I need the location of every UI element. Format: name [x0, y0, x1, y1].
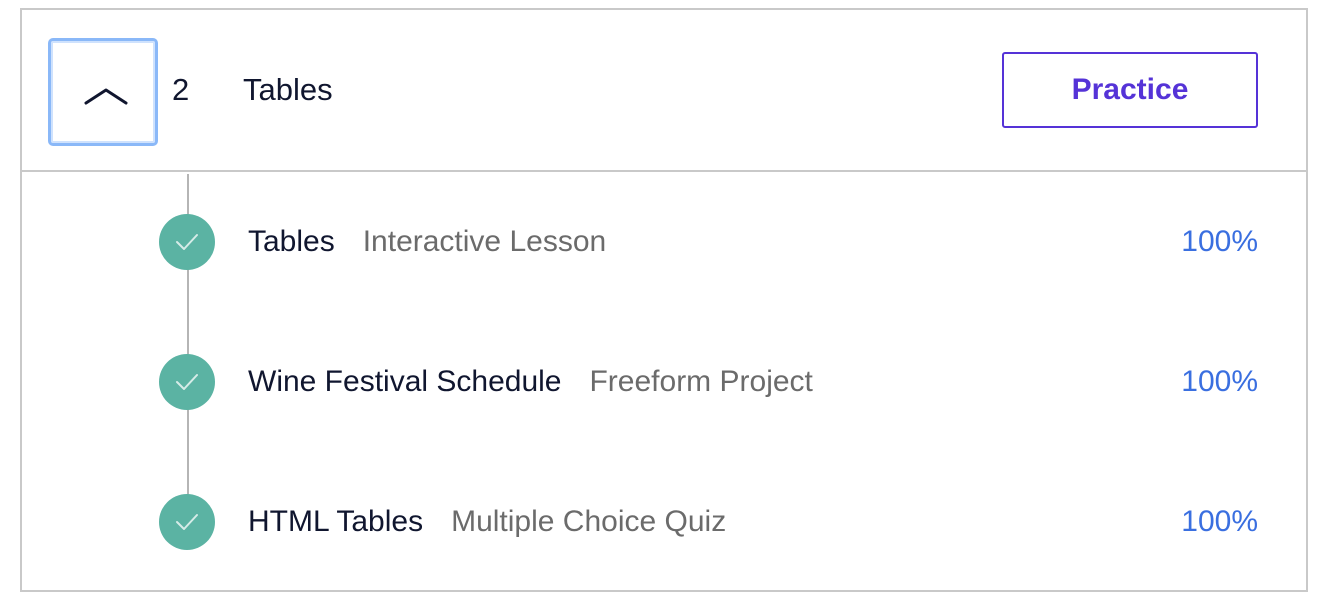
unit-header: 2 Tables Practice — [22, 10, 1306, 172]
completed-check-icon — [159, 354, 215, 410]
lesson-title-wrap: HTML Tables Multiple Choice Quiz — [248, 505, 726, 539]
lesson-title[interactable]: Tables — [248, 225, 335, 258]
lesson-progress: 100% — [1181, 505, 1258, 538]
completed-check-icon — [159, 494, 215, 550]
collapse-toggle-button[interactable] — [48, 38, 158, 146]
unit-number: 2 — [172, 72, 190, 107]
lesson-row[interactable]: Wine Festival Schedule Freeform Project 1… — [22, 352, 1306, 412]
practice-button[interactable]: Practice — [1002, 52, 1258, 128]
lesson-title[interactable]: Wine Festival Schedule — [248, 365, 561, 398]
completed-check-icon — [159, 214, 215, 270]
lesson-type: Multiple Choice Quiz — [451, 505, 727, 538]
lesson-type: Freeform Project — [589, 365, 813, 398]
chevron-up-icon — [84, 88, 128, 105]
unit-title: Tables — [243, 72, 333, 107]
lesson-progress: 100% — [1181, 365, 1258, 398]
lesson-row[interactable]: HTML Tables Multiple Choice Quiz 100% — [22, 492, 1306, 552]
lesson-title-wrap: Wine Festival Schedule Freeform Project — [248, 365, 813, 399]
unit-section: 2 Tables Practice Tables Interactive Less… — [20, 8, 1308, 592]
lesson-title[interactable]: HTML Tables — [248, 505, 423, 538]
lesson-progress: 100% — [1181, 225, 1258, 258]
lesson-title-wrap: Tables Interactive Lesson — [248, 225, 606, 259]
lesson-row[interactable]: Tables Interactive Lesson 100% — [22, 212, 1306, 272]
lesson-type: Interactive Lesson — [362, 225, 607, 258]
